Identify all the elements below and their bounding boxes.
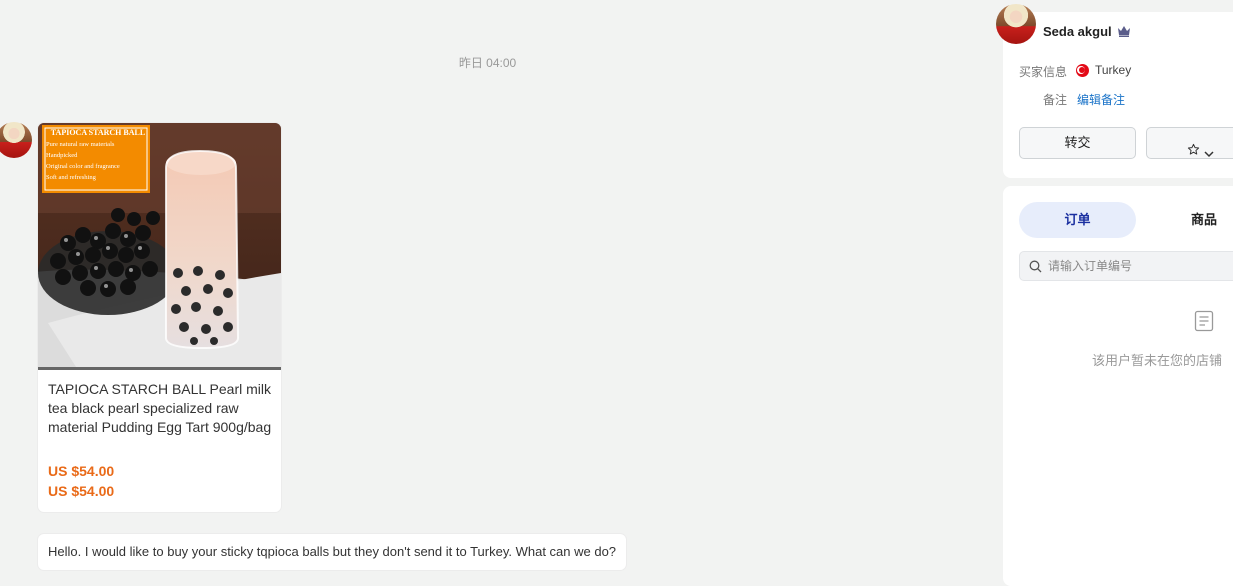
- product-image-banner: TAPIOCA STARCH BALL Pure natural raw mat…: [46, 128, 150, 181]
- profile-card: Seda akgul 买家信息 Turkey 备注 编辑备注 转交: [996, 4, 1233, 178]
- transfer-button[interactable]: 转交: [1019, 127, 1136, 159]
- banner-line: Handpicked: [46, 152, 78, 159]
- customer-panel: Seda akgul 买家信息 Turkey 备注 编辑备注 转交 订单 商品: [996, 0, 1233, 586]
- orders-card: 订单 商品 该用户暂未在您的店铺: [1003, 186, 1233, 586]
- favorite-dropdown-button[interactable]: [1146, 127, 1233, 159]
- banner-line: Pure natural raw materials: [46, 141, 115, 148]
- star-icon: [1187, 137, 1200, 167]
- user-name: Seda akgul: [1043, 24, 1112, 39]
- message-bubble: Hello. I would like to buy your sticky t…: [38, 534, 627, 570]
- message-timestamp: 昨日 04:00: [458, 56, 517, 70]
- user-avatar[interactable]: [996, 4, 1036, 44]
- crown-icon: [1117, 24, 1131, 38]
- turkey-flag-icon: [1076, 64, 1089, 77]
- note-label: 备注: [1043, 93, 1068, 107]
- edit-note-link[interactable]: 编辑备注: [1077, 91, 1125, 108]
- product-price-secondary: US $54.00: [48, 483, 115, 499]
- product-price: US $54.00: [48, 463, 115, 479]
- product-image[interactable]: TAPIOCA STARCH BALL Pure natural raw mat…: [38, 123, 281, 370]
- buyer-info-label: 买家信息: [1019, 65, 1068, 79]
- document-icon: [1194, 310, 1214, 337]
- banner-line: Soft and refreshing: [46, 174, 96, 181]
- order-search-box[interactable]: [1019, 251, 1233, 281]
- tab-products[interactable]: 商品: [1169, 202, 1233, 238]
- user-country: Turkey: [1095, 63, 1132, 77]
- empty-state-text: 该用户暂未在您的店铺: [1092, 353, 1223, 368]
- chat-area: 昨日 04:00 TAPIOCA STARCH BALL Pure natura…: [0, 0, 1003, 574]
- tab-orders[interactable]: 订单: [1019, 202, 1136, 238]
- search-icon: [1029, 260, 1042, 278]
- banner-line: Original color and fragrance: [46, 163, 120, 170]
- product-card[interactable]: TAPIOCA STARCH BALL Pure natural raw mat…: [38, 123, 281, 512]
- banner-title: TAPIOCA STARCH BALL: [50, 128, 146, 137]
- sender-avatar[interactable]: [0, 122, 32, 158]
- chevron-down-icon: [1204, 139, 1214, 169]
- product-title[interactable]: TAPIOCA STARCH BALL Pearl milk tea black…: [48, 380, 273, 437]
- order-search-input[interactable]: [1048, 252, 1233, 280]
